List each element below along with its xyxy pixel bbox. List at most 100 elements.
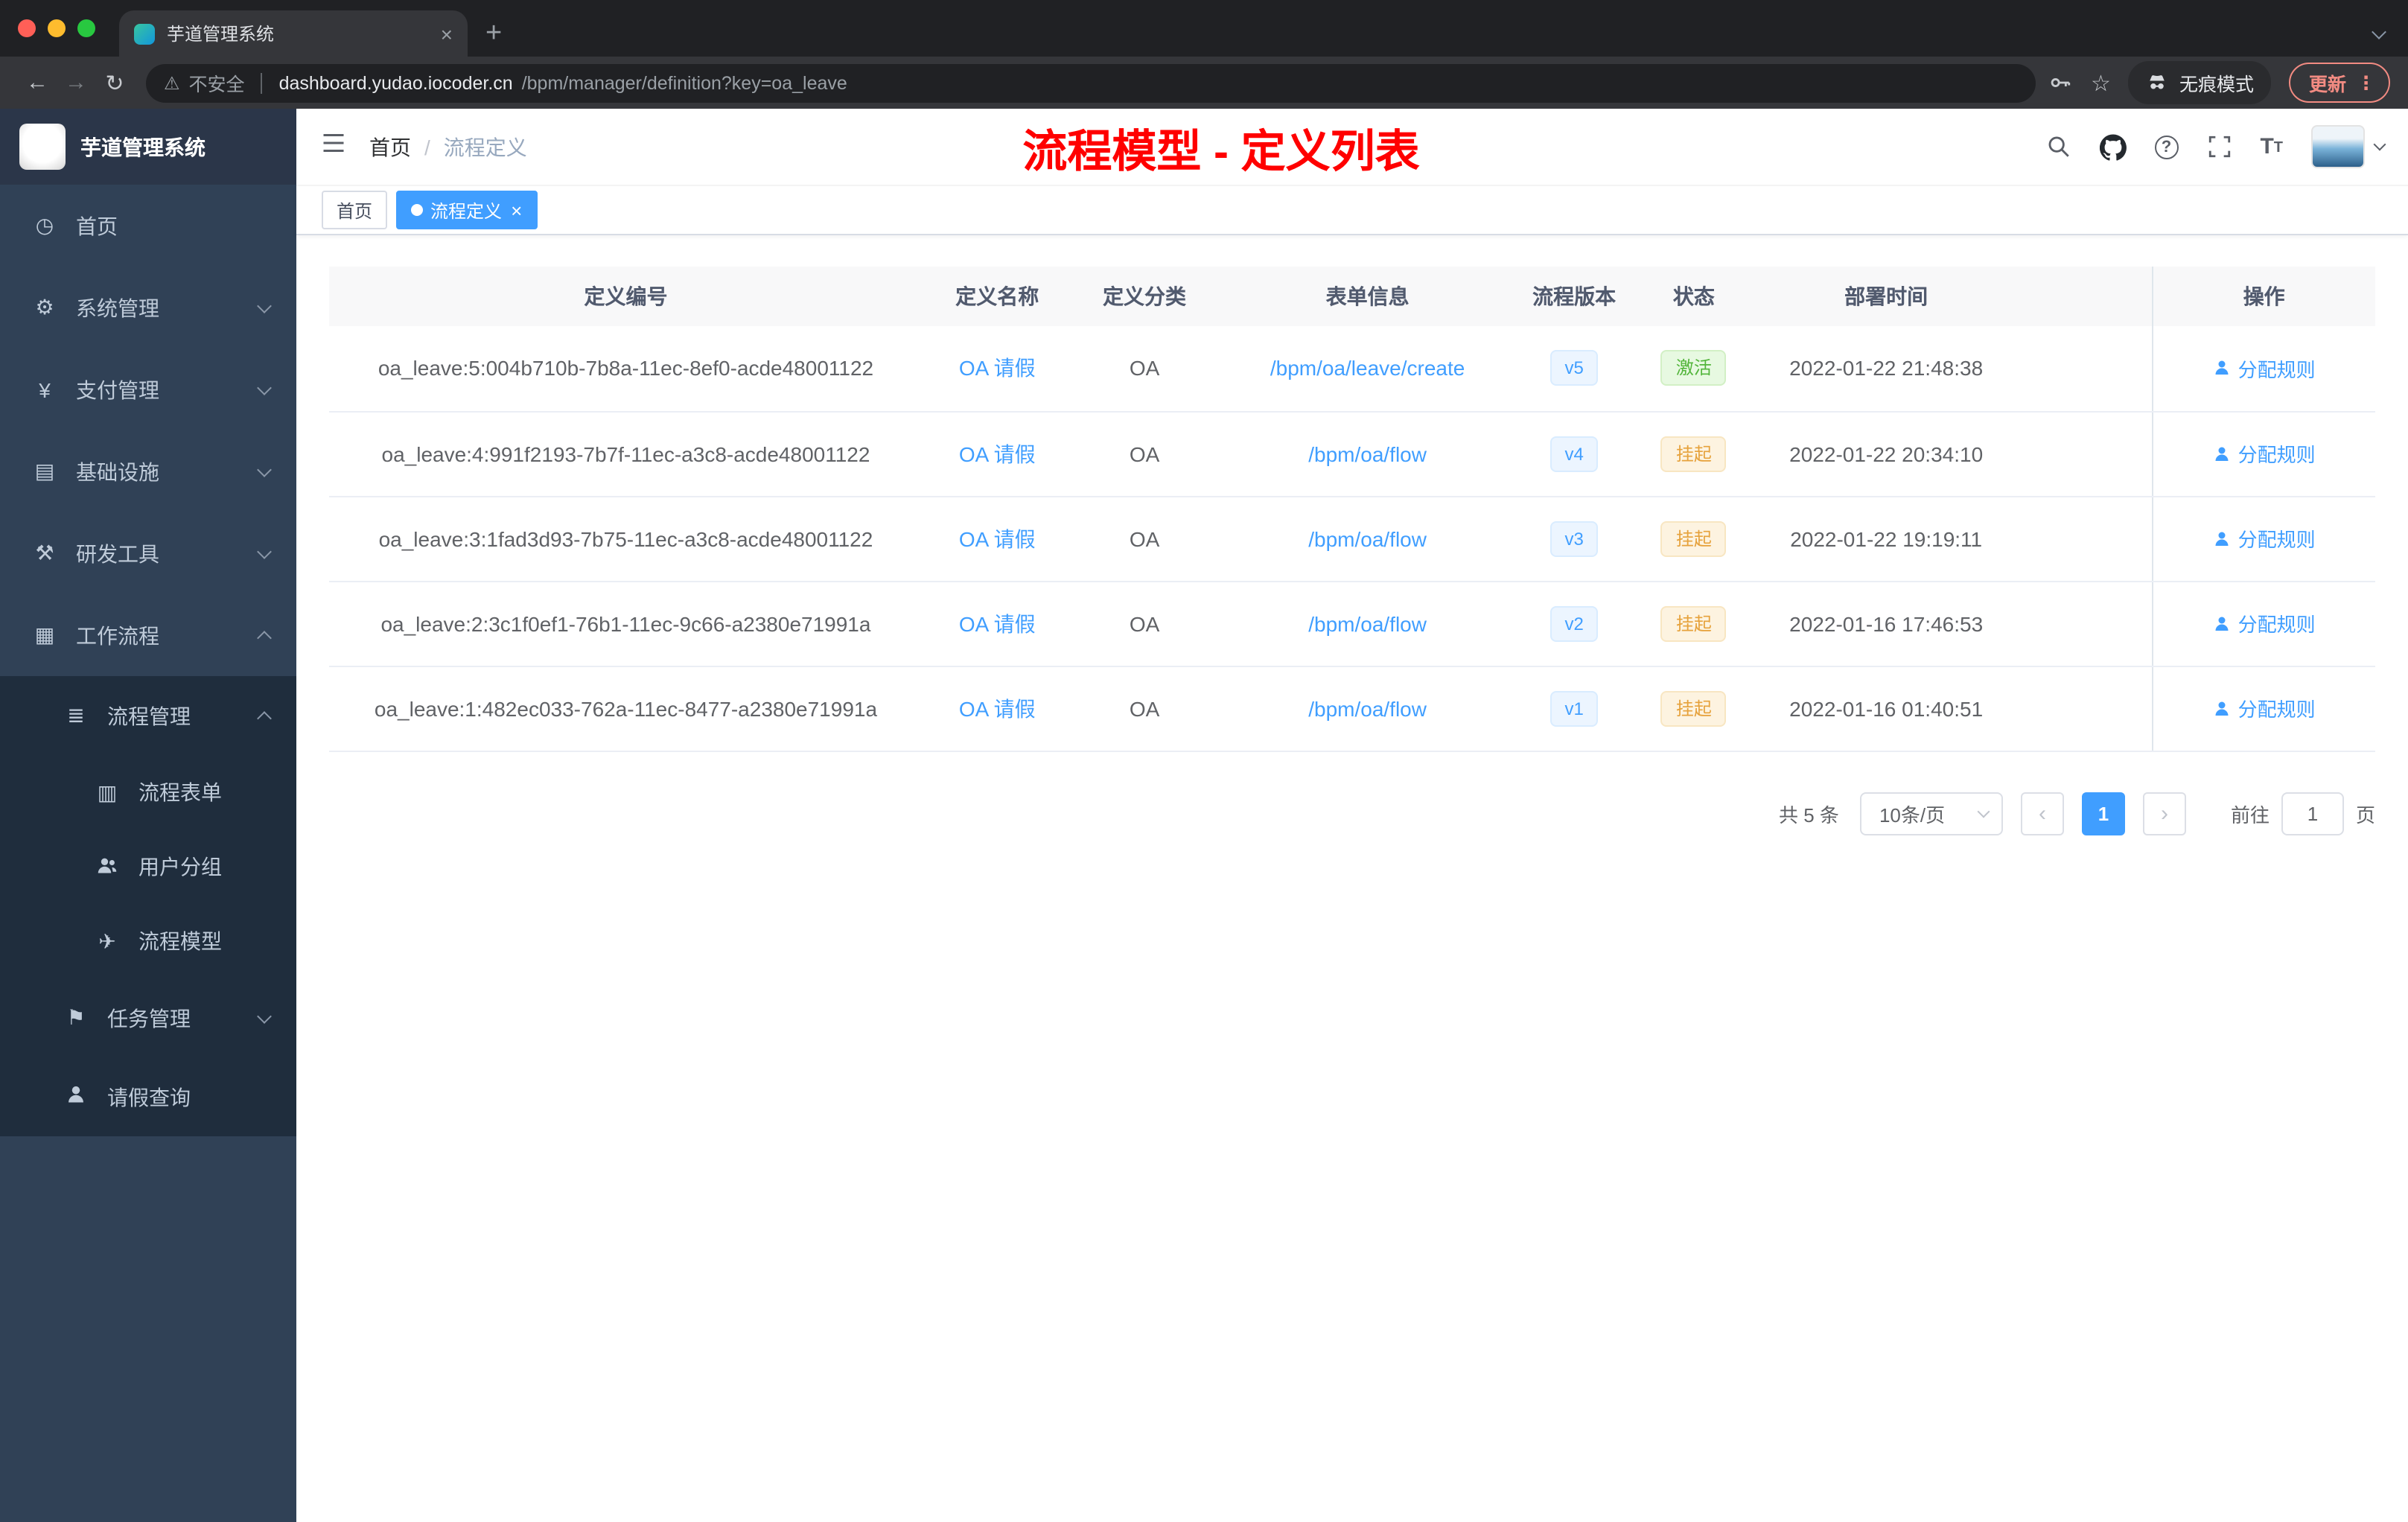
menu-label: 请假查询 [107,1085,191,1109]
sidebar-item-dev-tools[interactable]: ⚒ 研发工具 [0,512,296,594]
breadcrumb-home[interactable]: 首页 [369,132,411,162]
filler-cell [2015,326,2153,412]
pagination-goto: 前往 页 [2231,792,2375,835]
definition-name-link[interactable]: OA 请假 [959,442,1036,465]
user-avatar-wrap[interactable] [2311,125,2386,168]
sidebar-item-process-model[interactable]: ✈ 流程模型 [0,904,296,978]
status-badge: 挂起 [1660,605,1727,641]
page-size-select[interactable]: 10条/页 [1859,792,2003,835]
tag-process-definition[interactable]: 流程定义 × [396,191,538,229]
tools-icon: ⚒ [35,541,54,564]
sidebar-item-payment-manage[interactable]: ¥ 支付管理 [0,348,296,430]
address-bar[interactable]: ⚠ 不安全 dashboard.yudao.iocoder.cn/bpm/man… [146,63,2036,102]
new-tab-button[interactable]: + [485,19,502,48]
sidebar-item-system-manage[interactable]: ⚙ 系统管理 [0,267,296,348]
menu-label: 基础设施 [76,459,159,483]
window-zoom-button[interactable] [77,19,95,37]
forward-button[interactable]: → [57,70,95,95]
form-info-link[interactable]: /bpm/oa/flow [1308,611,1427,635]
github-icon[interactable] [2099,133,2127,160]
search-icon[interactable] [2045,134,2071,159]
sidebar-item-task-manage[interactable]: ⚑ 任务管理 [0,978,296,1057]
app-frame: 芋道管理系统 ◷ 首页 ⚙ 系统管理 ¥ 支付管理 ▤ 基础设施 ⚒ 研发工具 … [0,109,2408,1522]
app-logo: 芋道管理系统 [0,109,296,185]
definition-category: OA [1071,581,1217,666]
incognito-label: 无痕模式 [2179,74,2254,95]
definition-name-link[interactable]: OA 请假 [959,357,1036,380]
sidebar-item-infrastructure[interactable]: ▤ 基础设施 [0,430,296,512]
form-info-link[interactable]: /bpm/oa/flow [1308,526,1427,550]
url-path: /bpm/manager/definition?key=oa_leave [521,72,847,93]
sidebar-item-leave-query[interactable]: 请假查询 [0,1057,296,1136]
tab-close-icon[interactable]: × [441,23,453,44]
assign-rule-link[interactable]: 分配规则 [2213,694,2316,722]
page-content: 定义编号 定义名称 定义分类 表单信息 流程版本 状态 部署时间 操作 oa_l… [296,235,2408,1522]
window-controls [0,0,119,57]
hamburger-icon[interactable] [320,130,347,164]
page-number-button[interactable]: 1 [2081,792,2125,835]
form-info-link[interactable]: /bpm/oa/flow [1308,442,1427,465]
version-tag: v1 [1549,690,1599,726]
person-icon [2215,616,2229,630]
deploy-time: 2022-01-22 20:34:10 [1757,411,2016,497]
password-key-icon[interactable] [2048,70,2073,95]
menu-label: 流程表单 [138,780,222,804]
menu-label: 流程管理 [107,704,191,727]
status-badge: 挂起 [1660,436,1727,471]
definition-name-link[interactable]: OA 请假 [959,526,1036,550]
fullscreen-icon[interactable] [2206,134,2232,159]
assign-rule-link[interactable]: 分配规则 [2213,439,2316,468]
form-info-link[interactable]: /bpm/oa/flow [1308,696,1427,720]
tag-home[interactable]: 首页 [322,191,388,229]
breadcrumb-separator: / [424,135,430,159]
menu-label: 首页 [76,214,118,238]
gear-icon: ⚙ [35,295,54,319]
person-icon [2215,701,2229,715]
reload-button[interactable]: ↻ [95,69,134,96]
definition-name-link[interactable]: OA 请假 [959,611,1036,635]
sidebar-item-home[interactable]: ◷ 首页 [0,185,296,267]
chevron-down-icon [257,462,272,477]
browser-update-button[interactable]: 更新 ⋮ [2289,63,2390,103]
font-size-icon[interactable]: TT [2260,136,2283,158]
window-close-button[interactable] [18,19,36,37]
window-minimize-button[interactable] [48,19,66,37]
form-info-link[interactable]: /bpm/oa/leave/create [1270,357,1465,380]
tag-label: 首页 [337,200,373,221]
next-page-button[interactable]: › [2142,792,2186,835]
assign-rule-link[interactable]: 分配规则 [2213,524,2316,553]
definition-category: OA [1071,326,1217,412]
deploy-time: 2022-01-16 17:46:53 [1757,581,2016,666]
assign-rule-link[interactable]: 分配规则 [2213,609,2316,637]
assign-rule-link[interactable]: 分配规则 [2213,354,2316,383]
annotation-title: 流程模型 - 定义列表 [1022,127,1420,176]
deploy-time: 2022-01-22 19:19:11 [1757,496,2016,582]
definition-id: oa_leave:5:004b710b-7b8a-11ec-8ef0-acde4… [329,326,923,412]
sidebar-item-process-manage[interactable]: ≣ 流程管理 [0,676,296,755]
goto-page-input[interactable] [2281,792,2344,835]
sidebar-item-workflow[interactable]: ▦ 工作流程 [0,594,296,676]
column-header-version: 流程版本 [1517,267,1631,326]
menu-label: 用户分组 [138,855,222,879]
bookmark-star-icon[interactable]: ☆ [2091,69,2111,96]
favicon-icon [134,23,155,44]
tab-search-icon[interactable] [2372,25,2386,39]
prev-page-button[interactable]: ‹ [2020,792,2064,835]
sidebar-item-user-group[interactable]: 用户分组 [0,830,296,904]
avatar[interactable] [2311,125,2365,168]
definition-name-link[interactable]: OA 请假 [959,696,1036,720]
browser-tab[interactable]: 芋道管理系统 × [119,10,468,57]
omnibox-divider [261,72,263,93]
deploy-time: 2022-01-22 21:48:38 [1757,326,2016,412]
sidebar-item-process-form[interactable]: ▥ 流程表单 [0,755,296,830]
chevron-down-icon [257,298,272,313]
back-button[interactable]: ← [18,70,57,95]
filler-cell [2015,581,2153,666]
table-row: oa_leave:2:3c1f0ef1-76b1-11ec-9c66-a2380… [329,581,2375,666]
menu-label: 系统管理 [76,296,159,319]
definition-table: 定义编号 定义名称 定义分类 表单信息 流程版本 状态 部署时间 操作 oa_l… [329,267,2375,751]
paper-plane-icon: ✈ [98,929,116,952]
main-area: 首页 / 流程定义 流程模型 - 定义列表 ? TT 首页 流程定义 × 定义编… [296,109,2408,1522]
tag-close-icon[interactable]: × [511,200,522,220]
help-icon[interactable]: ? [2154,135,2179,159]
